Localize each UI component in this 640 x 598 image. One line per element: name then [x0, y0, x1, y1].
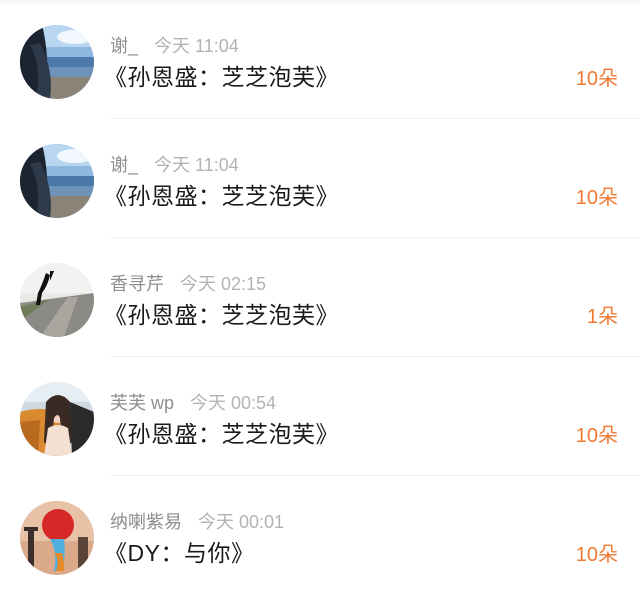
- gift-time: 今天 11:04: [154, 155, 239, 175]
- gift-row[interactable]: 谢_ 今天 11:04 《孙恩盛：芝芝泡芙》 10朵: [0, 0, 640, 119]
- gift-title[interactable]: 《孙恩盛：芝芝泡芙》: [104, 181, 339, 211]
- gift-time: 今天 00:01: [198, 512, 285, 532]
- avatar-sea-girl[interactable]: [20, 25, 94, 99]
- gift-meta: 香寻芹 今天 02:15: [110, 273, 266, 295]
- gift-row[interactable]: 谢_ 今天 11:04 《孙恩盛：芝芝泡芙》 10朵: [0, 119, 640, 238]
- sender-name[interactable]: 香寻芹: [110, 274, 164, 294]
- gift-title[interactable]: 《孙恩盛：芝芝泡芙》: [104, 62, 339, 92]
- gift-title[interactable]: 《孙恩盛：芝芝泡芙》: [104, 300, 339, 330]
- gift-amount: 10朵: [575, 544, 618, 566]
- gift-row[interactable]: 纳喇紫易 今天 00:01 《DY：与你》 10朵: [0, 476, 640, 595]
- gift-amount: 1朵: [586, 306, 618, 328]
- gift-time: 今天 11:04: [154, 36, 239, 56]
- gift-amount: 10朵: [575, 187, 618, 209]
- gift-meta: 纳喇紫易 今天 00:01: [110, 511, 284, 533]
- sender-name[interactable]: 纳喇紫易: [110, 512, 182, 532]
- gift-title[interactable]: 《孙恩盛：芝芝泡芙》: [104, 419, 339, 449]
- gift-meta: 谢_ 今天 11:04: [110, 35, 239, 57]
- gift-row[interactable]: 香寻芹 今天 02:15 《孙恩盛：芝芝泡芙》 1朵: [0, 238, 640, 357]
- sender-name[interactable]: 芙芙 wp: [110, 393, 174, 413]
- avatar-girl-car[interactable]: [20, 382, 94, 456]
- gift-time: 今天 02:15: [180, 274, 267, 294]
- sender-name[interactable]: 谢_: [110, 36, 138, 56]
- avatar-sea-girl[interactable]: [20, 144, 94, 218]
- gift-amount: 10朵: [575, 425, 618, 447]
- gift-meta: 芙芙 wp 今天 00:54: [110, 392, 276, 414]
- avatar-balloon-city[interactable]: [20, 501, 94, 575]
- gift-amount: 10朵: [575, 68, 618, 90]
- sender-name[interactable]: 谢_: [110, 155, 138, 175]
- avatar-road-runner[interactable]: [20, 263, 94, 337]
- gift-time: 今天 00:54: [190, 393, 277, 413]
- gift-title[interactable]: 《DY：与你》: [104, 538, 254, 568]
- gift-row[interactable]: 芙芙 wp 今天 00:54 《孙恩盛：芝芝泡芙》 10朵: [0, 357, 640, 476]
- gift-meta: 谢_ 今天 11:04: [110, 154, 239, 176]
